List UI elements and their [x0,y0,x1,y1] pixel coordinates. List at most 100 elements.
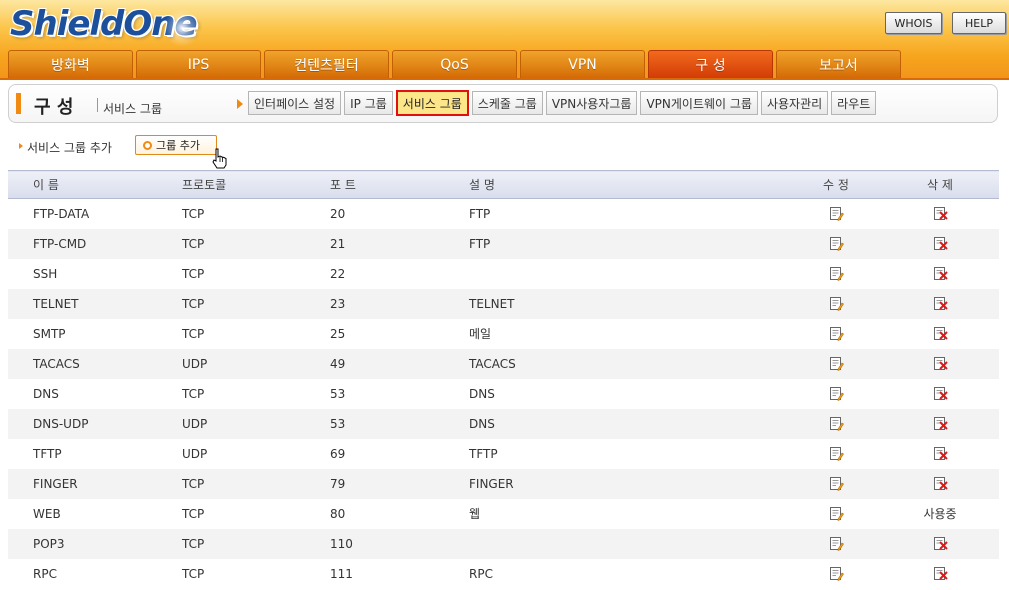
edit-button[interactable] [829,326,844,341]
delete-button[interactable] [933,416,948,430]
delete-cell [881,199,999,229]
edit-cell [791,228,881,259]
help-button[interactable]: HELP [952,12,1006,34]
service-description: 웹 [469,507,481,521]
delete-button[interactable] [933,356,948,370]
edit-cell [791,559,881,589]
subnav-vpn-user-group[interactable]: VPN사용자그룹 [545,91,638,115]
table-row: RPC TCP 111 RPC [8,559,999,589]
edit-cell [791,499,881,529]
table-row: TACACS UDP 49 TACACS [8,348,999,379]
delete-button[interactable] [933,296,948,310]
table-body: FTP-DATA TCP 20 FTP FTP-CMD TCP 21 FTP SSH TCP 22 T… [8,199,999,589]
whois-button[interactable]: WHOIS [885,12,942,34]
edit-button[interactable] [829,266,844,281]
service-protocol: TCP [182,386,205,401]
edit-cell [791,288,881,319]
delete-x-icon [933,327,948,340]
table-row: WEB TCP 80 웹 사용중 [8,499,999,529]
subnav-vpn-gateway-group[interactable]: VPN게이트웨이 그룹 [640,91,758,115]
edit-button[interactable] [829,446,844,461]
service-name: TELNET [8,288,182,319]
delete-cell [881,408,999,439]
nav-tab-firewall[interactable]: 방화벽 [8,50,133,78]
edit-document-icon [829,537,844,551]
sub-nav: 인터페이스 설정 IP 그룹 서비스 그룹 스케줄 그룹 VPN사용자그룹 VP… [248,90,877,116]
service-description: FTP [469,206,491,221]
delete-button[interactable] [933,236,948,250]
table-row: SSH TCP 22 [8,259,999,289]
delete-x-icon [933,237,948,250]
service-description: DNS [469,408,791,439]
delete-cell [881,379,999,409]
table-row: FTP-CMD TCP 21 FTP [8,228,999,259]
edit-document-icon [829,297,844,311]
nav-tab-content-filter[interactable]: 컨텐츠필터 [264,50,389,78]
edit-button[interactable] [829,416,844,431]
service-description: FINGER [469,468,791,499]
service-protocol: UDP [182,446,208,461]
page-subtitle: 서비스 그룹 [103,102,163,116]
delete-x-icon [933,477,948,490]
subnav-schedule-group[interactable]: 스케줄 그룹 [471,91,543,115]
edit-button[interactable] [829,536,844,551]
edit-button[interactable] [829,506,844,521]
delete-x-icon [933,567,948,580]
table-row: FINGER TCP 79 FINGER [8,468,999,499]
delete-button[interactable] [933,536,948,550]
table-row: FTP-DATA TCP 20 FTP [8,199,999,229]
service-description: FTP [469,228,791,259]
service-table: 이 름 프로토콜 포 트 설 명 수 정 삭 제 FTP-DATA TCP 20 FT… [8,170,999,589]
add-group-label: 그룹 추가 [156,139,200,152]
subnav-user-management[interactable]: 사용자관리 [760,91,829,115]
service-port: 23 [330,288,469,319]
delete-button[interactable] [933,566,948,580]
delete-cell: 사용중 [881,499,999,529]
edit-button[interactable] [829,566,844,581]
service-port: 53 [330,386,346,401]
edit-button[interactable] [829,386,844,401]
add-group-button[interactable]: 그룹 추가 [135,135,217,155]
service-description: DNS [469,386,495,401]
subnav-ip-group[interactable]: IP 그룹 [344,91,393,115]
nav-tab-config[interactable]: 구 성 [648,50,773,78]
subnav-service-group[interactable]: 서비스 그룹 [395,90,469,116]
service-port: 20 [330,206,346,221]
service-description: RPC [469,566,493,581]
delete-cell [881,559,999,589]
edit-cell [791,199,881,229]
service-name: DNS [33,386,59,401]
delete-cell [881,319,999,349]
toolbar-label: 서비스 그룹 추가 [27,141,112,155]
edit-document-icon [829,387,844,401]
delete-x-icon [933,537,948,550]
delete-button[interactable] [933,326,948,340]
delete-button[interactable] [933,386,948,400]
delete-button[interactable] [933,476,948,490]
edit-document-icon [829,327,844,341]
delete-button[interactable] [933,446,948,460]
edit-button[interactable] [829,206,844,222]
delete-button[interactable] [933,206,948,221]
nav-tab-qos[interactable]: QoS [392,50,517,78]
delete-button[interactable] [933,266,948,280]
service-port: 80 [330,506,346,521]
in-use-status: 사용중 [923,507,957,521]
subnav-route[interactable]: 라우트 [831,91,877,115]
edit-button[interactable] [829,236,844,251]
table-row: DNS TCP 53 DNS [8,379,999,409]
edit-button[interactable] [829,296,844,311]
service-port: 79 [330,468,469,499]
service-name: FTP-CMD [8,228,182,259]
nav-tab-report[interactable]: 보고서 [776,50,901,78]
delete-x-icon [933,267,948,280]
table-row: DNS-UDP UDP 53 DNS [8,408,999,439]
service-name: RPC [33,566,57,581]
service-name: POP3 [8,528,182,559]
delete-cell [881,348,999,379]
nav-tab-vpn[interactable]: VPN [520,50,645,78]
nav-tab-ips[interactable]: IPS [136,50,261,78]
subnav-interface-settings[interactable]: 인터페이스 설정 [248,91,342,115]
edit-button[interactable] [829,476,844,491]
edit-button[interactable] [829,356,844,371]
